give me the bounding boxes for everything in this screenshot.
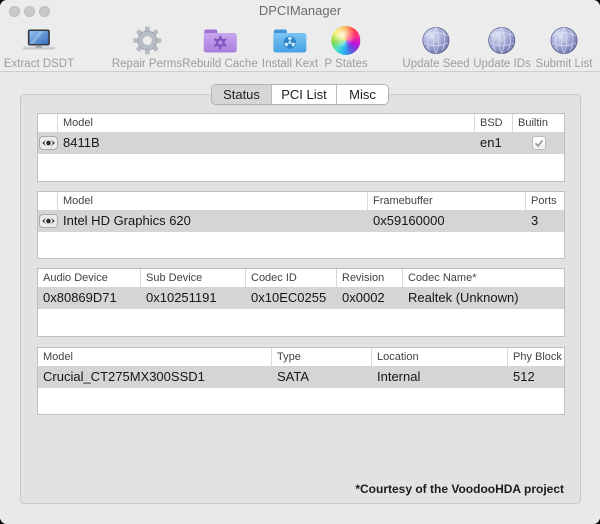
tab-pci-list[interactable]: PCI List [272, 85, 337, 104]
titlebar: DPCIManager [0, 0, 600, 22]
window-title: DPCIManager [258, 3, 342, 18]
cell-storage-type: SATA [277, 369, 310, 384]
column-header-phy-block[interactable]: Phy Block [508, 348, 564, 366]
column-header-sub-device[interactable]: Sub Device [141, 269, 246, 287]
globe-icon [488, 24, 517, 57]
minimize-button[interactable] [24, 6, 35, 17]
cell-storage-phy-block: 512 [513, 369, 535, 384]
globe-icon [549, 24, 578, 57]
storage-table-header: Model Type Location Phy Block [38, 348, 564, 366]
toolbar-item-label: Repair Perms [111, 58, 183, 70]
window-header: DPCIManager Extract DSDT Repair Perms Re… [0, 0, 600, 72]
laptop-icon [20, 24, 58, 57]
column-header-type[interactable]: Type [272, 348, 372, 366]
visibility-column-header[interactable] [38, 192, 58, 210]
zoom-button[interactable] [39, 6, 50, 17]
toolbar-item-label: P States [324, 58, 368, 70]
voodoohda-credit-note: *Courtesy of the VoodooHDA project [355, 482, 564, 496]
main-content: Status PCI List Misc Model BSD Builtin 8… [0, 73, 600, 524]
repair-perms-button[interactable]: Repair Perms [112, 24, 182, 70]
cell-network-model: 8411B [63, 135, 100, 150]
globe-icon [421, 24, 450, 57]
column-header-framebuffer[interactable]: Framebuffer [368, 192, 526, 210]
purple-folder-gear-icon [202, 24, 238, 57]
cell-codec-name: Realtek (Unknown) [408, 290, 519, 305]
column-header-audio-device[interactable]: Audio Device [38, 269, 141, 287]
column-header-codec-id[interactable]: Codec ID [246, 269, 337, 287]
cell-audio-device: 0x80869D71 [43, 290, 117, 305]
extract-dsdt-button[interactable]: Extract DSDT [4, 24, 74, 70]
dpcimanager-window: DPCIManager Extract DSDT Repair Perms Re… [0, 0, 600, 524]
column-header-builtin[interactable]: Builtin [513, 114, 564, 132]
tab-misc[interactable]: Misc [337, 85, 388, 104]
toolbar-item-label: Install Kext [261, 58, 319, 70]
column-header-model[interactable]: Model [58, 114, 475, 132]
column-header-codec-name[interactable]: Codec Name* [403, 269, 564, 287]
p-states-button[interactable]: P States [324, 24, 368, 70]
install-kext-button[interactable]: Install Kext [262, 24, 318, 70]
close-button[interactable] [9, 6, 20, 17]
cell-storage-model: Crucial_CT275MX300SSD1 [43, 369, 205, 384]
table-row[interactable]: 8411B en1 [38, 132, 564, 154]
column-header-model[interactable]: Model [58, 192, 368, 210]
cell-revision: 0x0002 [342, 290, 385, 305]
toolbar-item-label: Update Seed [402, 58, 470, 70]
graphics-table: Model Framebuffer Ports Intel HD Graphic… [37, 191, 565, 259]
builtin-checkbox[interactable] [531, 136, 546, 150]
rebuild-cache-button[interactable]: Rebuild Cache [182, 24, 258, 70]
toolbar-item-label: Extract DSDT [3, 58, 75, 70]
network-table: Model BSD Builtin 8411B en1 [37, 113, 565, 182]
column-header-model[interactable]: Model [38, 348, 272, 366]
column-header-revision[interactable]: Revision [337, 269, 403, 287]
eye-icon[interactable] [38, 214, 58, 228]
tab-bar: Status PCI List Misc [211, 84, 389, 105]
table-row[interactable]: 0x80869D71 0x10251191 0x10EC0255 0x0002 … [38, 287, 564, 309]
cell-network-bsd: en1 [480, 135, 502, 150]
toolbar-item-label: Submit List [535, 58, 593, 70]
submit-list-button[interactable]: Submit List [535, 24, 593, 70]
update-ids-button[interactable]: Update IDs [473, 24, 531, 70]
blue-folder-kext-icon [272, 24, 308, 57]
cell-graphics-framebuffer: 0x59160000 [373, 213, 445, 228]
cell-codec-id: 0x10EC0255 [251, 290, 327, 305]
cell-graphics-ports: 3 [531, 213, 539, 228]
update-seed-button[interactable]: Update Seed [402, 24, 470, 70]
audio-table-header: Audio Device Sub Device Codec ID Revisio… [38, 269, 564, 287]
visibility-column-header[interactable] [38, 114, 58, 132]
gear-icon [132, 24, 163, 57]
cell-storage-location: Internal [377, 369, 421, 384]
toolbar: Extract DSDT Repair Perms Rebuild Cache … [0, 22, 600, 71]
table-row[interactable]: Intel HD Graphics 620 0x59160000 3 [38, 210, 564, 232]
cell-sub-device: 0x10251191 [146, 290, 217, 305]
table-row[interactable]: Crucial_CT275MX300SSD1 SATA Internal 512 [38, 366, 564, 388]
eye-icon[interactable] [38, 136, 58, 150]
color-wheel-icon [331, 24, 361, 57]
audio-table: Audio Device Sub Device Codec ID Revisio… [37, 268, 565, 337]
storage-table: Model Type Location Phy Block Crucial_CT… [37, 347, 565, 415]
column-header-location[interactable]: Location [372, 348, 508, 366]
column-header-bsd[interactable]: BSD [475, 114, 513, 132]
graphics-table-header: Model Framebuffer Ports [38, 192, 564, 210]
toolbar-item-label: Update IDs [473, 58, 531, 70]
toolbar-item-label: Rebuild Cache [182, 58, 258, 70]
cell-graphics-model: Intel HD Graphics 620 [63, 213, 191, 228]
tab-status[interactable]: Status [212, 85, 272, 104]
network-table-header: Model BSD Builtin [38, 114, 564, 132]
column-header-ports[interactable]: Ports [526, 192, 564, 210]
